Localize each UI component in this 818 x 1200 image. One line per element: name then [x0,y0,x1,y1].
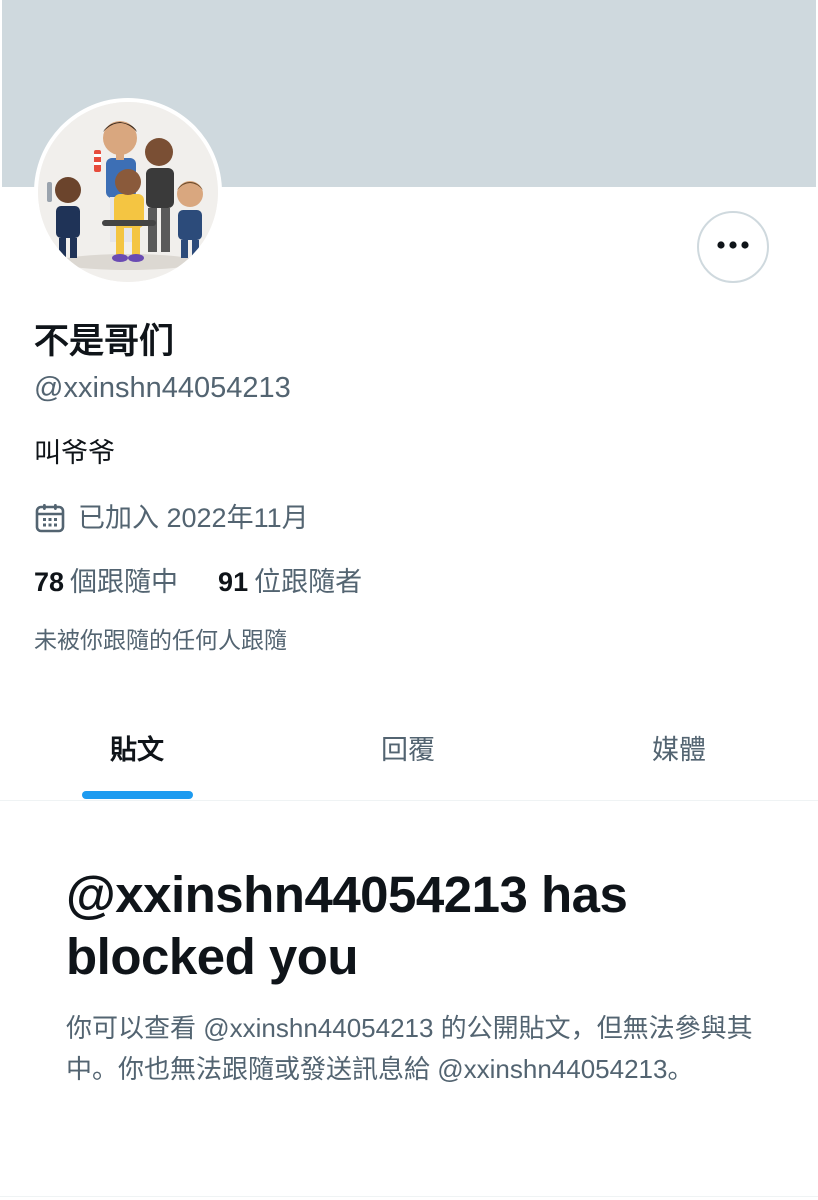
active-tab-indicator [82,791,193,799]
blocked-description: 你可以查看 @xxinshn44054213 的公開貼文，但無法參與其中。你也無… [66,1013,753,1084]
divider [0,1196,818,1197]
tab-media[interactable]: 媒體 [594,700,764,800]
avatar-illustration [38,102,218,282]
more-options-button[interactable] [697,211,769,283]
follow-stats: 78 個跟隨中 91 位跟隨者 [34,563,402,601]
following-count: 78 [34,567,65,597]
join-date: 已加入 2022年11月 [34,499,309,537]
join-date-text: 已加入 2022年11月 [78,503,309,533]
more-horizontal-icon [715,238,751,256]
followed-by-text: 未被你跟隨的任何人跟隨 [34,627,287,653]
profile-bio: 叫爷爷 [34,438,115,468]
following-link[interactable]: 78 個跟隨中 [34,563,178,601]
tab-replies[interactable]: 回覆 [323,700,493,800]
followers-count: 91 [218,567,249,597]
calendar-icon [34,502,66,534]
following-label: 個跟隨中 [70,567,179,597]
followers-link[interactable]: 91 位跟隨者 [218,563,362,601]
followers-label: 位跟隨者 [254,567,363,597]
tab-posts[interactable]: 貼文 [52,700,222,800]
display-name: 不是哥们 [34,322,175,361]
profile-page: 不是哥们 @xxinshn44054213 叫爷爷 已加入 2022年11月 7… [0,0,818,1200]
blocked-title: @xxinshn44054213 has blocked you [66,866,628,985]
profile-handle: @xxinshn44054213 [34,372,291,404]
profile-avatar[interactable] [34,98,222,286]
profile-tabs: 貼文 回覆 媒體 [0,700,818,801]
